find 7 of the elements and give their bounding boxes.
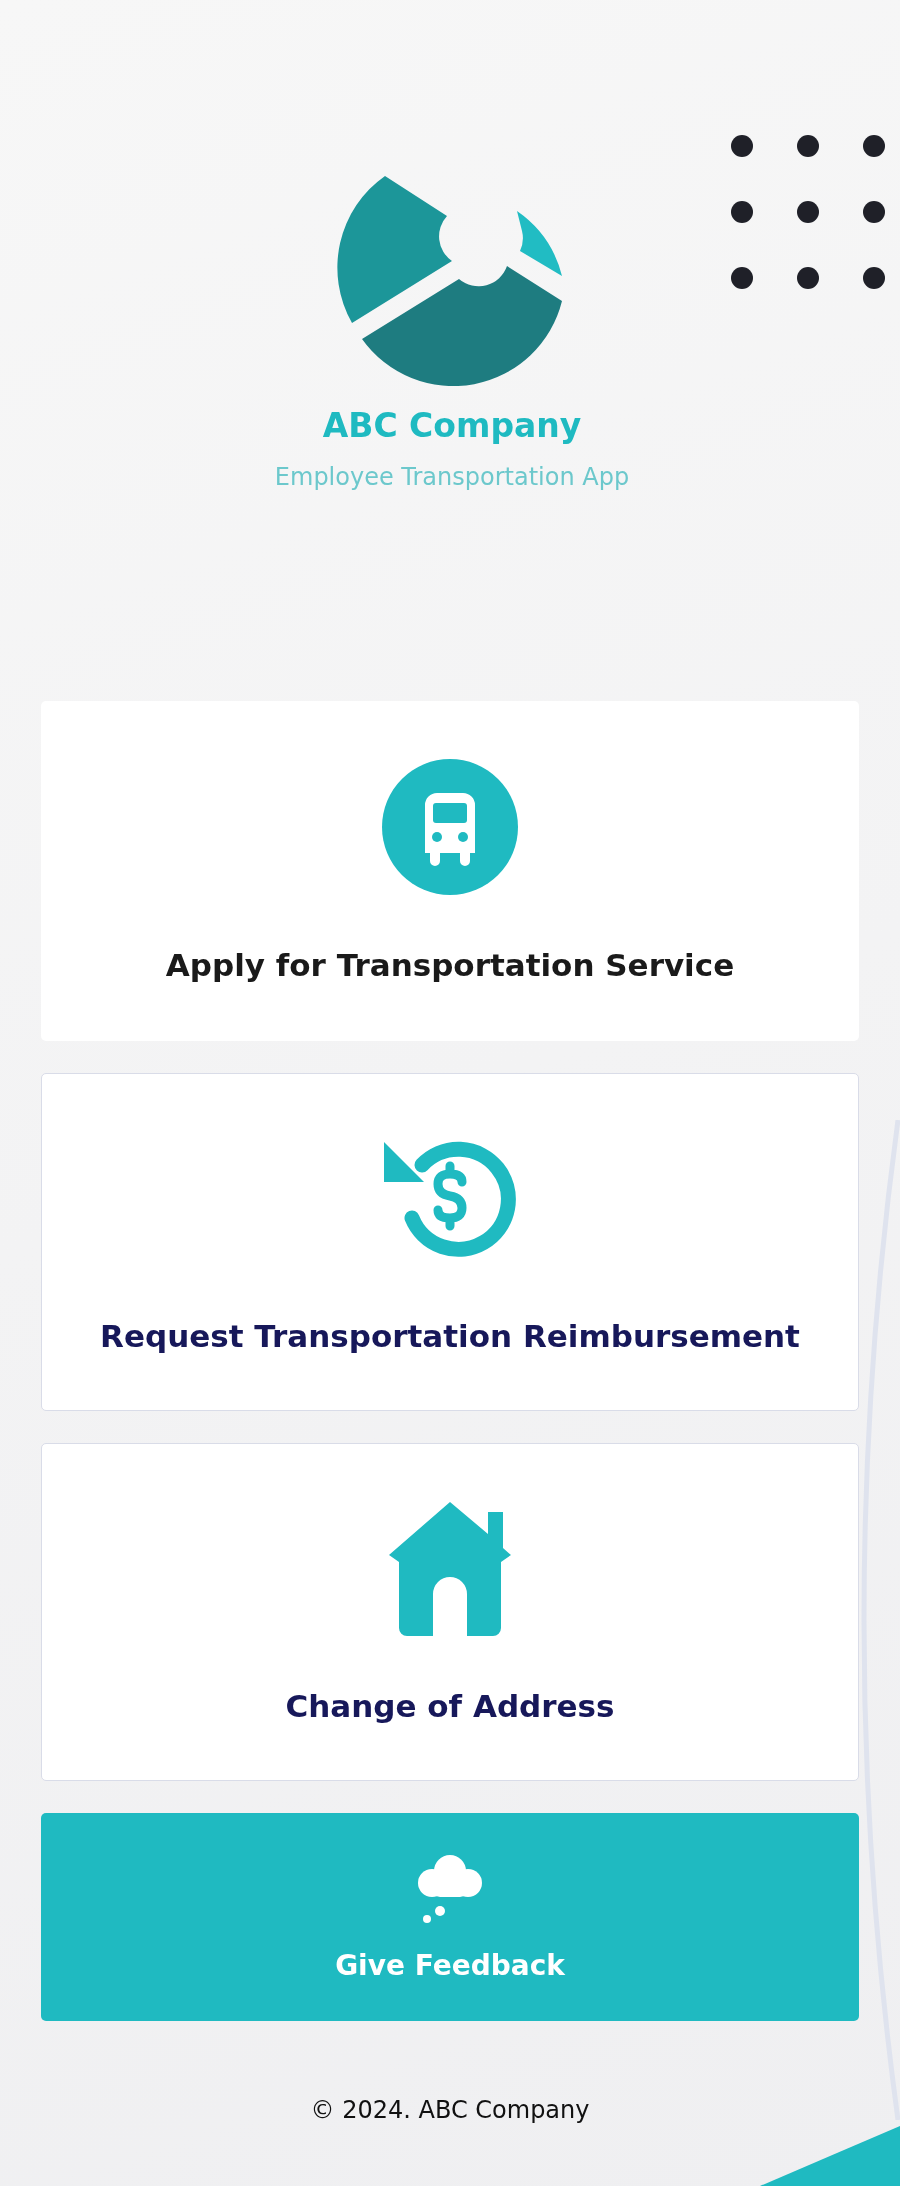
bus-icon <box>382 759 518 895</box>
menu-card[interactable]: Change of Address <box>41 1443 859 1781</box>
company-name: ABC Company <box>322 406 582 445</box>
menu-card[interactable]: Apply for Transportation Service <box>41 701 859 1041</box>
menu-card[interactable]: Request Transportation Reimbursement <box>41 1073 859 1411</box>
copyright-text: © 2024. ABC Company <box>310 2096 590 2124</box>
app-subtitle: Employee Transportation App <box>274 463 630 491</box>
